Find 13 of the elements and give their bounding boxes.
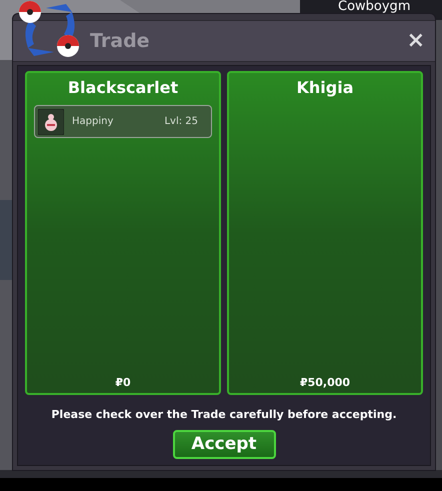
money-amount: ₽50,000 bbox=[300, 374, 350, 390]
window-title: Trade bbox=[90, 28, 150, 54]
money-amount: ₽0 bbox=[115, 374, 131, 390]
notice-text: Please check over the Trade carefully before accepting. bbox=[50, 407, 398, 423]
pokemon-icon bbox=[38, 108, 64, 134]
close-button[interactable]: × bbox=[402, 30, 429, 52]
player-name: Cowboygm bbox=[338, 0, 410, 13]
pokemon-slot[interactable]: Happiny Lvl: 25 bbox=[34, 105, 212, 138]
trader-name: Blackscarlet bbox=[68, 77, 178, 99]
pokemon-level: Lvl: 25 bbox=[164, 115, 198, 129]
accept-button[interactable]: Accept bbox=[172, 430, 276, 458]
pokemon-name: Happiny bbox=[72, 115, 114, 129]
trader-name: Khigia bbox=[296, 77, 354, 99]
